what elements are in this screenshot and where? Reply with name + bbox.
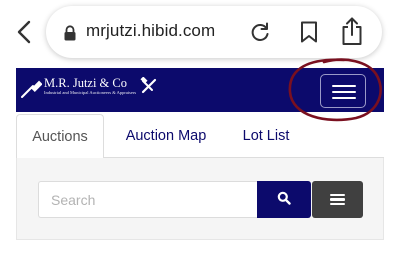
site-header: M.R. Jutzi & Co Industrial and Municipal… [16, 68, 384, 112]
lock-icon [63, 25, 77, 41]
logo-name: M.R. Jutzi & Co [44, 76, 127, 90]
logo-tagline: Industrial and Municipal Auctioneers & A… [44, 90, 137, 95]
filter-list-icon [330, 192, 345, 208]
share-icon[interactable] [340, 16, 364, 46]
url-text: mrjutzi.hibid.com [86, 21, 216, 40]
address-bar[interactable]: mrjutzi.hibid.com [46, 6, 382, 58]
hamburger-menu-icon[interactable] [320, 74, 366, 108]
back-chevron-icon[interactable] [10, 16, 38, 48]
search-panel [16, 158, 384, 240]
tab-auctions[interactable]: Auctions [16, 114, 104, 159]
hammer-icon [20, 79, 43, 99]
site-logo[interactable]: M.R. Jutzi & Co Industrial and Municipal… [20, 76, 158, 103]
tab-auction-map[interactable]: Auction Map [112, 114, 220, 158]
nav-tabs: Auctions Auction Map Lot List [16, 114, 384, 159]
crossed-tools-icon [140, 76, 158, 95]
reload-icon[interactable] [248, 20, 272, 44]
search-input[interactable] [38, 181, 260, 218]
search-icon [277, 191, 291, 208]
search-button[interactable] [257, 181, 311, 218]
bookmark-icon[interactable] [298, 20, 320, 44]
tab-lot-list[interactable]: Lot List [230, 114, 302, 158]
filter-list-button[interactable] [312, 181, 363, 218]
browser-toolbar: mrjutzi.hibid.com [0, 0, 400, 66]
